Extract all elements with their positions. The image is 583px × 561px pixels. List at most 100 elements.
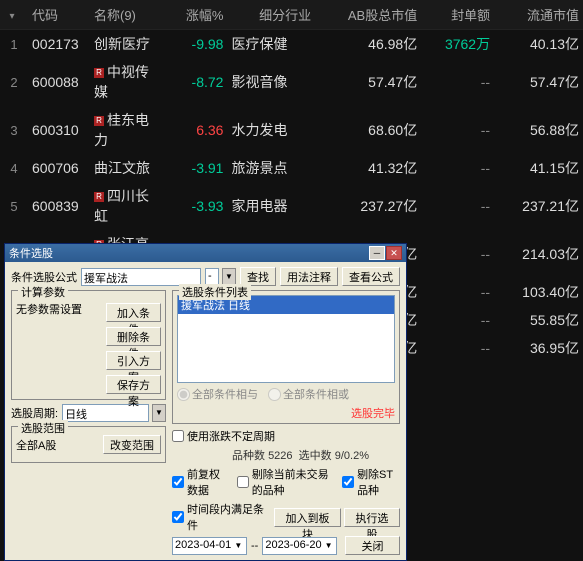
- close-button[interactable]: 关闭: [345, 536, 400, 555]
- row-index: 4: [0, 154, 28, 182]
- formula-combo[interactable]: 援军战法: [81, 268, 201, 286]
- table-row[interactable]: 2600088R中视传媒-8.72影视音像57.47亿--57.47亿: [0, 58, 583, 106]
- column-header[interactable]: AB股总市值: [315, 0, 421, 30]
- market-cap: 46.98亿: [315, 30, 421, 59]
- change-pct: -8.72: [165, 58, 227, 106]
- seal-amount: --: [421, 230, 494, 278]
- seal-amount: --: [421, 106, 494, 154]
- viewsrc-button[interactable]: 查看公式: [342, 267, 400, 286]
- change-pct: -3.93: [165, 182, 227, 230]
- formula-label: 条件选股公式: [11, 269, 77, 285]
- row-index: 1: [0, 30, 28, 59]
- usage-button[interactable]: 用法注释: [280, 267, 338, 286]
- seal-amount: --: [421, 278, 494, 306]
- fq-checkbox[interactable]: [172, 476, 184, 488]
- chevron-down-icon: ▼: [234, 541, 242, 550]
- stock-code: 600706: [28, 154, 90, 182]
- float-cap: 56.88亿: [494, 106, 583, 154]
- seal-amount: --: [421, 334, 494, 362]
- finish-link[interactable]: 选股完毕: [351, 408, 395, 420]
- stock-code: 600839: [28, 182, 90, 230]
- r-flag-icon: R: [94, 192, 104, 202]
- column-header[interactable]: ▾: [0, 0, 28, 30]
- import-scheme-button[interactable]: 引入方案: [106, 351, 161, 370]
- dialog-title: 条件选股: [9, 245, 53, 261]
- seal-amount: --: [421, 154, 494, 182]
- change-pct: -9.98: [165, 30, 227, 59]
- column-header[interactable]: 封单额: [421, 0, 494, 30]
- condition-list-fieldset: 选股条件列表 援军战法 日线 全部条件相与 全部条件相或 选股完毕: [172, 290, 400, 424]
- exclst-checkbox[interactable]: [342, 476, 354, 488]
- chevron-down-icon: ▼: [325, 541, 333, 550]
- float-cap: 103.40亿: [494, 278, 583, 306]
- float-cap: 57.47亿: [494, 58, 583, 106]
- dialog-titlebar[interactable]: 条件选股 ─ ✕: [5, 244, 406, 262]
- delete-condition-button[interactable]: 删除条件: [106, 327, 161, 346]
- change-pct: -3.91: [165, 154, 227, 182]
- column-header[interactable]: 涨幅%: [165, 0, 227, 30]
- period-label: 选股周期:: [11, 405, 58, 421]
- row-index: 3: [0, 106, 28, 154]
- range-fieldset: 选股范围 全部A股 改变范围: [11, 426, 166, 463]
- float-cap: 237.21亿: [494, 182, 583, 230]
- stock-code: 600088: [28, 58, 90, 106]
- row-index: 2: [0, 58, 28, 106]
- column-header[interactable]: 流通市值: [494, 0, 583, 30]
- params-fieldset: 计算参数 无参数需设置 加入条件 删除条件 引入方案 保存方案: [11, 290, 166, 400]
- change-pct: 6.36: [165, 106, 227, 154]
- stock-name: R中视传媒: [90, 58, 165, 106]
- seal-amount: 3762万: [421, 30, 494, 59]
- table-row[interactable]: 1002173创新医疗-9.98医疗保健46.98亿3762万40.13亿: [0, 30, 583, 59]
- condition-listbox[interactable]: 援军战法 日线: [177, 295, 395, 383]
- seal-amount: --: [421, 182, 494, 230]
- use-custom-checkbox[interactable]: [172, 430, 184, 442]
- float-cap: 55.85亿: [494, 306, 583, 334]
- industry: 家用电器: [227, 182, 315, 230]
- minimize-button[interactable]: ─: [369, 246, 385, 260]
- stock-name: 创新医疗: [90, 30, 165, 59]
- r-flag-icon: R: [94, 68, 104, 78]
- seal-amount: --: [421, 58, 494, 106]
- date-to-input[interactable]: 2023-06-20 ▼: [262, 537, 337, 555]
- exec-button[interactable]: 执行选股: [344, 508, 400, 527]
- table-row[interactable]: 4600706曲江文旅-3.91旅游景点41.32亿--41.15亿: [0, 154, 583, 182]
- stock-code: 002173: [28, 30, 90, 59]
- save-scheme-button[interactable]: 保存方案: [106, 375, 161, 394]
- range-value: 全部A股: [16, 437, 99, 453]
- radio-all[interactable]: 全部条件相与: [177, 386, 258, 402]
- row-index: 5: [0, 182, 28, 230]
- stock-filter-dialog: 条件选股 ─ ✕ 条件选股公式 援军战法 - ▼ 查找 用法注释 查看公式 计算…: [4, 243, 407, 561]
- float-cap: 36.95亿: [494, 334, 583, 362]
- industry: 影视音像: [227, 58, 315, 106]
- float-cap: 41.15亿: [494, 154, 583, 182]
- industry: 旅游景点: [227, 154, 315, 182]
- column-header[interactable]: 代码: [28, 0, 90, 30]
- formula-sub-combo[interactable]: -: [205, 268, 219, 286]
- change-range-button[interactable]: 改变范围: [103, 435, 161, 454]
- market-cap: 57.47亿: [315, 58, 421, 106]
- r-flag-icon: R: [94, 116, 104, 126]
- seal-amount: --: [421, 306, 494, 334]
- chevron-down-icon[interactable]: ▼: [222, 268, 236, 286]
- stock-name: R四川长虹: [90, 182, 165, 230]
- float-cap: 214.03亿: [494, 230, 583, 278]
- stock-code: 600310: [28, 106, 90, 154]
- stock-name: 曲江文旅: [90, 154, 165, 182]
- date-from-input[interactable]: 2023-04-01 ▼: [172, 537, 247, 555]
- chevron-down-icon[interactable]: ▼: [152, 404, 166, 422]
- radio-any[interactable]: 全部条件相或: [268, 386, 349, 402]
- market-cap: 237.27亿: [315, 182, 421, 230]
- excl-checkbox[interactable]: [237, 476, 249, 488]
- stock-name: R桂东电力: [90, 106, 165, 154]
- close-x-button[interactable]: ✕: [386, 246, 402, 260]
- float-cap: 40.13亿: [494, 30, 583, 59]
- add-block-button[interactable]: 加入到板块: [274, 508, 341, 527]
- column-header[interactable]: 细分行业: [227, 0, 315, 30]
- market-cap: 68.60亿: [315, 106, 421, 154]
- add-condition-button[interactable]: 加入条件: [106, 303, 161, 322]
- industry: 水力发电: [227, 106, 315, 154]
- table-row[interactable]: 3600310R桂东电力6.36水力发电68.60亿--56.88亿: [0, 106, 583, 154]
- column-header[interactable]: 名称(9): [90, 0, 165, 30]
- market-cap: 41.32亿: [315, 154, 421, 182]
- table-row[interactable]: 5600839R四川长虹-3.93家用电器237.27亿--237.21亿: [0, 182, 583, 230]
